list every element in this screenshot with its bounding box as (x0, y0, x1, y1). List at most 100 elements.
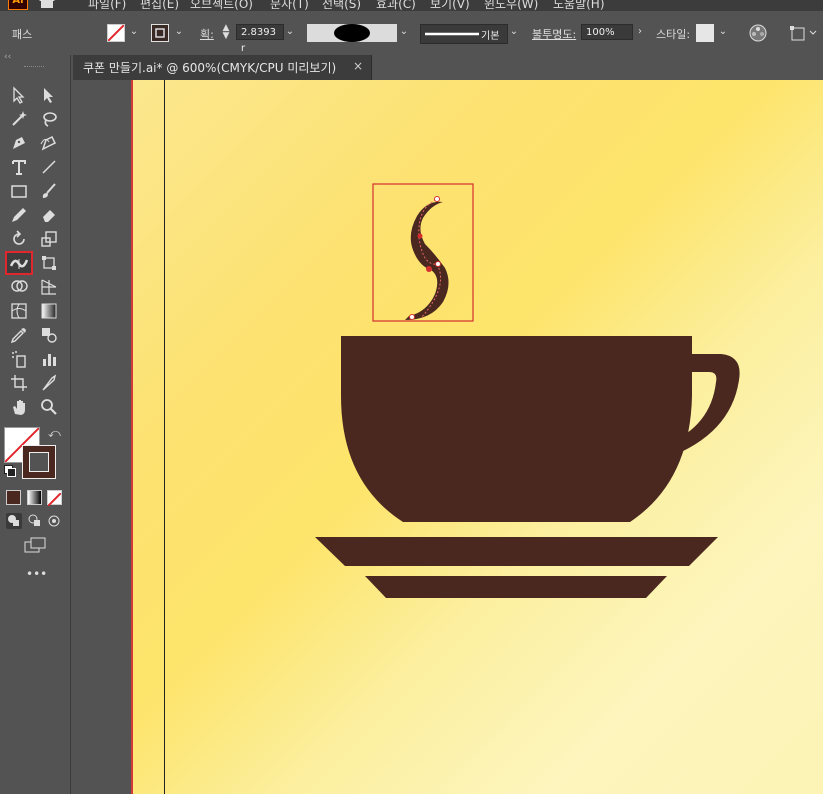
style-dropdown-icon[interactable]: ⌄ (717, 24, 729, 40)
slice-tool[interactable] (38, 373, 60, 393)
menu-select[interactable]: 선택(S) (322, 0, 361, 11)
gradient-tool[interactable] (38, 301, 60, 321)
brush-definition-field[interactable]: 기본 (420, 24, 508, 44)
rectangle-tool[interactable] (8, 181, 30, 201)
menu-help[interactable]: 도움말(H) (553, 0, 605, 11)
menu-effect[interactable]: 효과(C) (376, 0, 416, 11)
draw-behind-button[interactable] (27, 513, 43, 529)
document-tab[interactable]: 쿠폰 만들기.ai* @ 600%(CMYK/CPU 미리보기) × (73, 55, 372, 80)
anchor-point (435, 261, 441, 267)
default-colors-icon[interactable] (4, 465, 16, 477)
selection-tool[interactable] (8, 85, 30, 105)
scale-tool[interactable] (38, 229, 60, 249)
zoom-tool[interactable] (38, 397, 60, 417)
pencil-icon (12, 208, 26, 222)
draw-normal-icon (8, 515, 19, 526)
lasso-tool[interactable] (38, 109, 60, 129)
fill-dropdown-icon[interactable]: ⌄ (128, 24, 140, 40)
column-graph-tool[interactable] (38, 349, 60, 369)
selection-arrow-icon (13, 86, 25, 104)
scale-icon (41, 231, 57, 247)
hand-tool[interactable] (8, 397, 30, 417)
free-transform-icon (42, 256, 56, 270)
paintbrush-icon (42, 183, 56, 198)
menu-window[interactable]: 윈도우(W) (484, 0, 538, 11)
symbol-sprayer-icon (12, 351, 26, 368)
symbol-sprayer-tool[interactable] (8, 349, 30, 369)
eraser-icon (43, 210, 55, 222)
artboard[interactable] (131, 80, 823, 794)
swap-fill-stroke-icon[interactable]: ⤺ (48, 426, 61, 441)
rotate-tool[interactable] (8, 229, 30, 249)
menu-view[interactable]: 보기(V) (430, 0, 470, 11)
canvas-area[interactable] (71, 80, 823, 794)
curvature-pen-icon (40, 135, 57, 151)
eyedropper-tool[interactable] (8, 325, 30, 345)
stroke-weight-label[interactable]: 획: (200, 26, 214, 42)
menu-edit[interactable]: 편집(E) (140, 0, 179, 11)
close-tab-icon[interactable]: × (353, 59, 363, 73)
artboard-tool[interactable] (8, 373, 30, 393)
free-transform-tool[interactable] (38, 253, 60, 273)
magic-wand-icon (12, 111, 27, 126)
magic-wand-tool[interactable] (8, 109, 30, 129)
shaper-tool[interactable] (8, 205, 30, 225)
gradient-icon (41, 303, 57, 319)
panel-grip[interactable] (24, 66, 44, 69)
width-profile-dropdown-icon[interactable]: ⌄ (398, 24, 410, 40)
eyedropper-icon (10, 328, 26, 344)
mesh-icon (11, 303, 27, 319)
perspective-grid-tool[interactable] (38, 277, 60, 297)
menu-file[interactable]: 파일(F) (88, 0, 126, 11)
menu-object[interactable]: 오브젝트(O) (190, 0, 253, 11)
draw-behind-icon (28, 514, 40, 526)
type-tool[interactable] (8, 157, 30, 177)
paintbrush-tool[interactable] (38, 181, 60, 201)
width-tool[interactable] (5, 251, 33, 275)
none-fill-icon (107, 24, 125, 42)
gradient-mode-button[interactable] (27, 490, 42, 505)
line-segment-icon (42, 160, 56, 174)
fill-swatch[interactable] (107, 24, 125, 42)
brush-dropdown-icon[interactable]: ⌄ (508, 24, 520, 40)
control-bar: 패스 ⌄ ⌄ 획: ▲ ▼ 2.8393 r ⌄ ⌄ 기본 ⌄ 불투명도: 100… (0, 11, 823, 56)
artwork (315, 183, 740, 598)
cup-body (341, 336, 692, 522)
stroke-color-icon (155, 28, 165, 38)
anchor-point (409, 314, 415, 320)
home-icon[interactable] (38, 0, 56, 8)
stroke-swatch[interactable] (151, 24, 169, 42)
width-profile-field[interactable] (307, 24, 397, 42)
stroke-weight-field[interactable]: 2.8393 r (236, 24, 284, 54)
eraser-tool[interactable] (38, 205, 60, 225)
opacity-arrow-icon[interactable]: › (634, 24, 646, 40)
screen-mode-button[interactable] (24, 537, 46, 553)
stroke-stepper-icon[interactable]: ▲ ▼ (220, 24, 232, 41)
rotate-icon (13, 230, 25, 245)
transform-icon[interactable] (790, 24, 818, 42)
stroke-weight-dropdown-icon[interactable]: ⌄ (284, 24, 296, 40)
opacity-label[interactable]: 불투명도: (532, 26, 576, 42)
none-mode-button[interactable] (47, 490, 62, 507)
draw-normal-button[interactable] (6, 513, 22, 529)
opacity-field[interactable]: 100% (581, 24, 633, 40)
stroke-dropdown-icon[interactable]: ⌄ (173, 24, 185, 40)
recolor-artwork-icon[interactable] (749, 24, 767, 42)
curvature-tool[interactable] (38, 133, 60, 153)
stroke-color-box[interactable] (22, 445, 56, 479)
edit-toolbar-button[interactable]: ••• (26, 567, 47, 581)
draw-inside-button[interactable] (46, 513, 62, 529)
menu-type[interactable]: 문자(T) (270, 0, 309, 11)
collapse-panel-icon[interactable]: ‹‹ (4, 52, 11, 62)
graphic-style-swatch[interactable] (696, 24, 714, 42)
pen-tool[interactable] (8, 133, 30, 153)
steam-path (405, 201, 449, 320)
line-segment-tool[interactable] (38, 157, 60, 177)
blend-tool[interactable] (38, 325, 60, 345)
direct-selection-tool[interactable] (38, 85, 60, 105)
knife-icon (42, 374, 57, 391)
shape-builder-tool[interactable] (8, 277, 30, 297)
color-mode-button[interactable] (6, 490, 21, 505)
column-graph-icon (43, 354, 56, 366)
mesh-tool[interactable] (8, 301, 30, 321)
